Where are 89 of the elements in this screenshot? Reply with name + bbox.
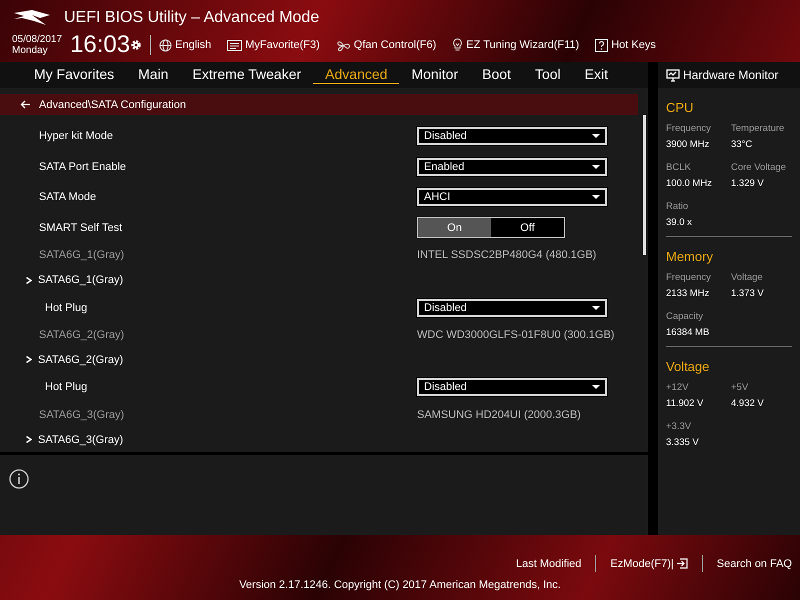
reading-label: Ratio	[666, 201, 690, 212]
reading-value: 4.932 V	[731, 398, 765, 409]
submenu-item[interactable]: SATA6G_2(Gray)	[26, 354, 124, 366]
fan-icon	[336, 38, 351, 52]
dropdown[interactable]: Disabled	[417, 378, 607, 396]
menu-tab[interactable]: Tool	[522, 66, 573, 84]
monitor-icon	[666, 68, 680, 82]
menu-tab[interactable]: Extreme Tweaker	[180, 66, 314, 84]
reading-value: 16384 MB	[666, 327, 710, 338]
day-text: Monday	[12, 45, 49, 56]
dropdown[interactable]: Disabled	[417, 298, 607, 317]
menu-tab[interactable]: My Favorites	[22, 66, 126, 84]
setting-label: Hot Plug	[44, 302, 88, 314]
reading-value: 11.902 V	[666, 398, 704, 409]
reading-label: Frequency	[666, 123, 712, 134]
reading-label: +12V	[666, 382, 690, 393]
window-title: UEFI BIOS Utility – Advanced Mode	[64, 9, 320, 27]
drive-info-text: WDC WD3000GLFS-01F8U0 (300.1GB)	[417, 329, 614, 342]
reading-value: 3900 MHz	[666, 139, 710, 150]
dropdown[interactable]: Enabled	[417, 158, 607, 176]
reading-label: Frequency	[666, 272, 712, 283]
chevron-icon	[26, 436, 32, 444]
reading-value: 1.373 V	[731, 288, 765, 299]
section-title: Voltage	[666, 359, 710, 374]
setting-label: Hot Plug	[44, 381, 88, 394]
reading-label: Voltage	[731, 272, 764, 283]
reading-label: Core Voltage	[731, 162, 787, 173]
drive-info-text: SAMSUNG HD204UI (2000.3GB)	[417, 409, 581, 421]
shortcut-button[interactable]: English	[159, 38, 212, 52]
back-arrow-icon[interactable]	[20, 100, 31, 109]
setting-label: SMART Self Test	[38, 222, 124, 234]
shortcut-button[interactable]: EZ Tuning Wizard(F11)	[452, 38, 580, 52]
chevron-icon	[26, 276, 32, 284]
menu-tab[interactable]: Advanced	[313, 66, 400, 84]
panel-title: Hardware Monitor	[683, 68, 778, 82]
reading-label: +5V	[731, 382, 750, 393]
reading-value: 39.0 x	[666, 217, 693, 228]
footer-link[interactable]: Search on FAQ	[716, 558, 792, 570]
dropdown[interactable]: Disabled	[417, 127, 607, 146]
setting-label: Hyper kit Mode	[38, 130, 114, 142]
footer-link[interactable]: Last Modified	[516, 558, 582, 570]
reading-value: 2133 MHz	[666, 288, 710, 299]
dropdown[interactable]: AHCI	[417, 188, 607, 206]
reading-value: 1.329 V	[731, 178, 765, 189]
setting-label: SATA Port Enable	[38, 160, 128, 173]
breadcrumb-text: Advanced\SATA Configuration	[39, 98, 186, 110]
caret-icon	[592, 306, 600, 310]
exit-icon	[676, 558, 688, 569]
reading-label: Temperature	[731, 123, 786, 134]
toggle-option[interactable]: Off	[491, 218, 564, 238]
reading-label: BCLK	[666, 162, 692, 173]
card-list-icon	[227, 39, 242, 51]
menu-tab[interactable]: Boot	[470, 66, 523, 84]
gear-icon[interactable]	[130, 39, 142, 51]
clock-text: 16:03	[70, 31, 130, 59]
footer-link[interactable]: EzMode(F7)|	[610, 558, 688, 570]
section-title: CPU	[666, 100, 694, 115]
lightbulb-icon	[452, 38, 464, 52]
submenu-item[interactable]: SATA6G_1(Gray)	[26, 274, 124, 286]
caret-icon	[592, 195, 600, 200]
caret-icon	[592, 385, 600, 390]
shortcut-button[interactable]: MyFavorite(F3)	[227, 39, 320, 51]
menu-tab[interactable]: Monitor	[399, 66, 470, 84]
caret-icon	[592, 134, 600, 138]
reading-value: 100.0 MHz	[666, 178, 713, 189]
setting-label: SATA Mode	[38, 191, 98, 204]
port-label: SATA6G_1(Gray)	[38, 249, 126, 262]
reading-label: Capacity	[666, 311, 704, 322]
shortcut-button[interactable]: Hot Keys	[595, 38, 656, 52]
shortcut-button[interactable]: Qfan Control(F6)	[336, 38, 436, 52]
reading-value: 3.335 V	[666, 437, 700, 448]
menu-tab[interactable]: Main	[126, 66, 180, 84]
port-label: SATA6G_2(Gray)	[38, 329, 126, 342]
submenu-item[interactable]: SATA6G_3(Gray)	[26, 434, 124, 446]
globe-icon	[159, 38, 172, 52]
help-icon	[595, 38, 608, 52]
chevron-icon	[26, 356, 32, 364]
logo-icon	[12, 9, 52, 27]
info-icon	[9, 469, 29, 489]
reading-label: +3.3V	[666, 421, 692, 432]
date-text: 05/08/2017	[12, 34, 62, 45]
section-title: Memory	[666, 249, 714, 264]
port-label: SATA6G_3(Gray)	[38, 409, 126, 421]
toggle-option[interactable]: On	[418, 218, 491, 238]
caret-icon	[592, 164, 600, 169]
drive-info-text: INTEL SSDSC2BP480G4 (480.1GB)	[417, 249, 596, 262]
menu-tab[interactable]: Exit	[572, 66, 620, 84]
reading-value: 33°C	[731, 139, 754, 150]
copyright-text: Version 2.17.1246. Copyright (C) 2017 American Megatrends, Inc.	[239, 579, 561, 591]
